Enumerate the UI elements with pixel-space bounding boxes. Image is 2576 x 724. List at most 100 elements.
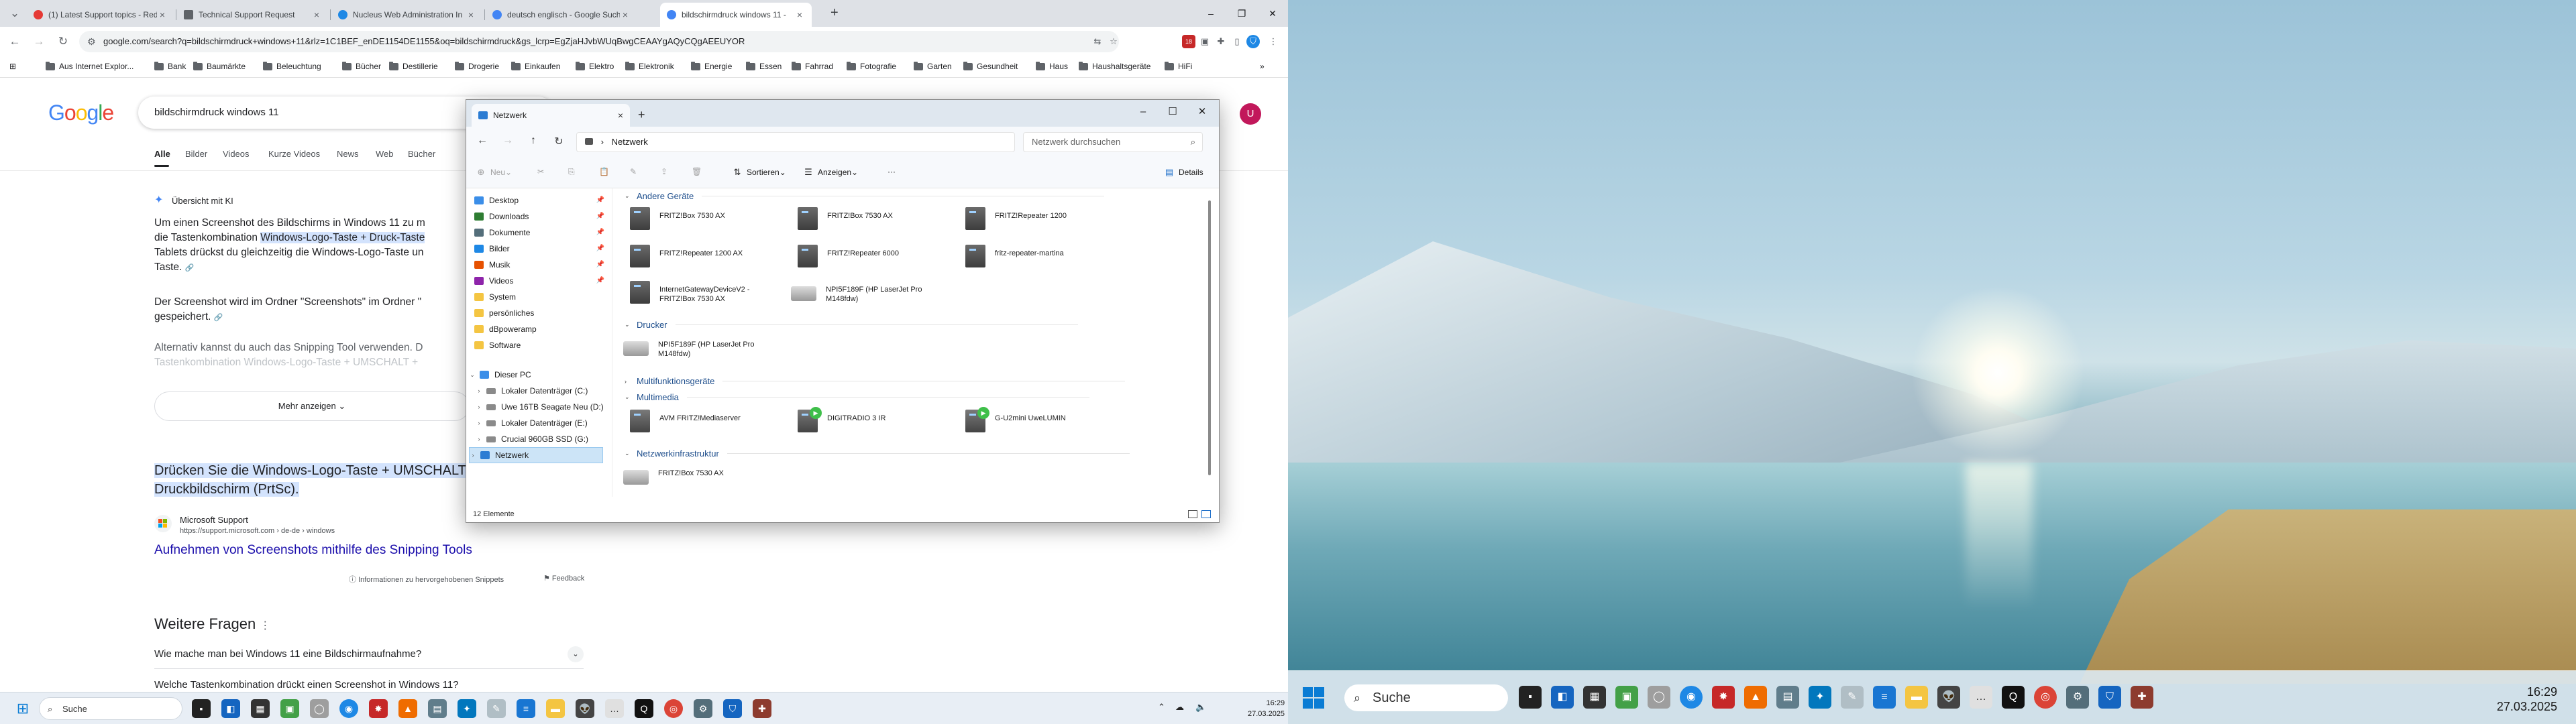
bookmark-star-icon[interactable]: ☆: [1107, 35, 1120, 48]
bookmark-folder[interactable]: Garten: [914, 61, 952, 71]
minimize-button[interactable]: –: [1128, 100, 1159, 127]
device-item[interactable]: FRITZ!Box 7530 AX: [798, 207, 965, 238]
chevron-right-icon[interactable]: ›: [476, 431, 482, 447]
sidebar-item-music[interactable]: Musik 📌: [474, 257, 608, 273]
bookmark-folder[interactable]: Essen: [746, 61, 782, 71]
chevron-right-icon[interactable]: ›: [470, 447, 476, 463]
app-icon[interactable]: …: [1970, 686, 1992, 709]
link-icon[interactable]: 🔗: [185, 264, 195, 272]
volume-icon[interactable]: 🔈: [1195, 702, 1206, 713]
vlc-icon[interactable]: ▲: [398, 699, 417, 718]
sidebar-item-software[interactable]: Software: [474, 337, 608, 353]
app-icon[interactable]: ✸: [1712, 686, 1735, 709]
chevron-right-icon[interactable]: ›: [476, 399, 482, 415]
feedback-link[interactable]: ⚑ Feedback: [543, 574, 584, 583]
address-bar[interactable]: ⚙ google.com/search?q=bildschirmdruck+wi…: [79, 31, 1119, 52]
chrome-icon[interactable]: ◎: [2034, 686, 2057, 709]
sidebar-item-drive-c[interactable]: › Lokaler Datenträger (C:): [476, 383, 610, 399]
share-icon[interactable]: ⇪: [661, 167, 667, 176]
details-button[interactable]: ▤ Details: [1164, 167, 1203, 178]
side-panel-icon[interactable]: ▯: [1230, 35, 1244, 48]
app-icon[interactable]: ◧: [221, 699, 240, 718]
security-shield-icon[interactable]: ⛉: [723, 699, 742, 718]
chevron-down-icon[interactable]: ⌄: [469, 367, 476, 383]
chrome-icon[interactable]: ◎: [664, 699, 683, 718]
app-icon[interactable]: ✚: [753, 699, 771, 718]
question-item[interactable]: Wie mache man bei Windows 11 eine Bildsc…: [154, 640, 584, 669]
close-window-button[interactable]: ✕: [1257, 0, 1288, 27]
app-icon[interactable]: ◯: [1648, 686, 1670, 709]
sidebar-item-downloads[interactable]: Downloads 📌: [474, 208, 608, 225]
browser-menu-icon[interactable]: ⋮: [1267, 35, 1280, 48]
device-item[interactable]: FRITZ!Repeater 1200 AX: [630, 245, 798, 276]
device-item[interactable]: fritz-repeater-martina: [965, 245, 1133, 276]
bookmark-folder[interactable]: Beleuchtung: [263, 61, 321, 71]
browser-tab-5-active[interactable]: bildschirmdruck windows 11 - ×: [660, 3, 812, 27]
bookmark-folder[interactable]: Fotografie: [847, 61, 896, 71]
bookmark-folder[interactable]: Bücher: [342, 61, 381, 71]
sidebar-item-drive-d[interactable]: › Uwe 16TB Seagate Neu (D:): [476, 399, 610, 415]
bookmark-folder[interactable]: Aus Internet Explor...: [46, 61, 133, 71]
media-item[interactable]: ▶ G-U2mini UweLUMIN: [965, 407, 1133, 440]
group-header-multimedia[interactable]: ⌄ Multimedia: [625, 392, 1089, 402]
app-icon[interactable]: ✎: [487, 699, 506, 718]
tab-buecher[interactable]: Bücher: [408, 149, 435, 159]
source-url[interactable]: https://support.microsoft.com › de-de › …: [180, 527, 335, 535]
site-info-icon[interactable]: ⚙: [87, 31, 96, 52]
sidebar-item-personal[interactable]: persönliches: [474, 305, 608, 321]
tiles-view-icon[interactable]: [1201, 510, 1211, 518]
close-tab-icon[interactable]: ×: [794, 9, 805, 20]
sidebar-item-dbpoweramp[interactable]: dBpoweramp: [474, 321, 608, 337]
app-icon[interactable]: Q: [635, 699, 653, 718]
bookmark-folder[interactable]: HiFi: [1165, 61, 1192, 71]
explorer-search-input[interactable]: Netzwerk durchsuchen ⌕: [1023, 132, 1203, 152]
device-item[interactable]: FRITZ!Repeater 6000: [798, 245, 965, 276]
device-item[interactable]: NPI5F189F (HP LaserJet Pro M148fdw): [791, 281, 959, 312]
sidebar-item-documents[interactable]: Dokumente 📌: [474, 225, 608, 241]
task-view-icon[interactable]: ▪: [1519, 686, 1542, 709]
tab-videos[interactable]: Videos: [223, 149, 250, 159]
group-header-network-infrastructure[interactable]: ⌄ Netzwerkinfrastruktur: [625, 448, 1130, 459]
taskbar-clock[interactable]: 16:29 27.03.2025: [2497, 684, 2557, 714]
network-tray-icon[interactable]: ☁: [1175, 702, 1184, 713]
show-more-button[interactable]: Mehr anzeigen ⌄: [154, 391, 470, 421]
close-tab-icon[interactable]: ×: [466, 9, 476, 20]
app-icon[interactable]: ▣: [1615, 686, 1638, 709]
app-icon[interactable]: Q: [2002, 686, 2025, 709]
device-item[interactable]: FRITZ!Box 7530 AX: [630, 207, 798, 238]
more-options-icon[interactable]: ⋮: [260, 620, 270, 631]
app-icon[interactable]: …: [605, 699, 624, 718]
calculator-icon[interactable]: ▤: [428, 699, 447, 718]
security-shield-icon[interactable]: ⛉: [2098, 686, 2121, 709]
alien-icon[interactable]: 👽: [576, 699, 594, 718]
sidebar-item-this-pc[interactable]: ⌄ Dieser PC: [469, 367, 603, 383]
tray-chevron-icon[interactable]: ⌃: [1158, 702, 1165, 713]
app-icon[interactable]: ✸: [369, 699, 388, 718]
bookmark-folder[interactable]: Bank: [154, 61, 186, 71]
media-item[interactable]: ▶ DIGITRADIO 3 IR: [798, 407, 965, 440]
taskbar-clock[interactable]: 16:29 27.03.2025: [1248, 698, 1285, 719]
reload-icon[interactable]: ↻: [55, 34, 71, 50]
back-arrow-icon[interactable]: ←: [7, 34, 23, 50]
settings-gear-icon[interactable]: ⚙: [2066, 686, 2089, 709]
refresh-icon[interactable]: ↻: [551, 135, 567, 148]
maximize-button[interactable]: ☐: [1157, 100, 1188, 127]
sort-button[interactable]: ⇅ Sortieren ⌄: [732, 167, 786, 178]
taskbar-search[interactable]: ⌕ Suche: [39, 697, 182, 720]
new-tab-button[interactable]: +: [830, 5, 839, 21]
tab-search-button[interactable]: ⌄: [7, 5, 23, 21]
app-icon[interactable]: ≡: [1873, 686, 1896, 709]
group-header-other-devices[interactable]: ⌄ Andere Geräte: [625, 191, 1105, 201]
address-bar[interactable]: › Netzwerk: [576, 132, 1015, 152]
bookmark-folder[interactable]: Haus: [1036, 61, 1068, 71]
tab-alle[interactable]: Alle: [154, 149, 170, 159]
sidebar-item-desktop[interactable]: Desktop 📌: [474, 192, 608, 208]
more-options-icon[interactable]: ···: [888, 167, 896, 176]
paste-icon[interactable]: 📋: [599, 167, 609, 176]
device-item[interactable]: FRITZ!Repeater 1200: [965, 207, 1133, 238]
taskbar-search[interactable]: ⌕ Suche: [1344, 684, 1508, 711]
browser-tab-4[interactable]: deutsch englisch - Google Such ×: [486, 3, 637, 27]
start-windows-icon[interactable]: ⊞: [13, 699, 32, 718]
infra-item[interactable]: FRITZ!Box 7530 AX: [623, 465, 791, 495]
bookmark-folder[interactable]: Einkaufen: [511, 61, 560, 71]
